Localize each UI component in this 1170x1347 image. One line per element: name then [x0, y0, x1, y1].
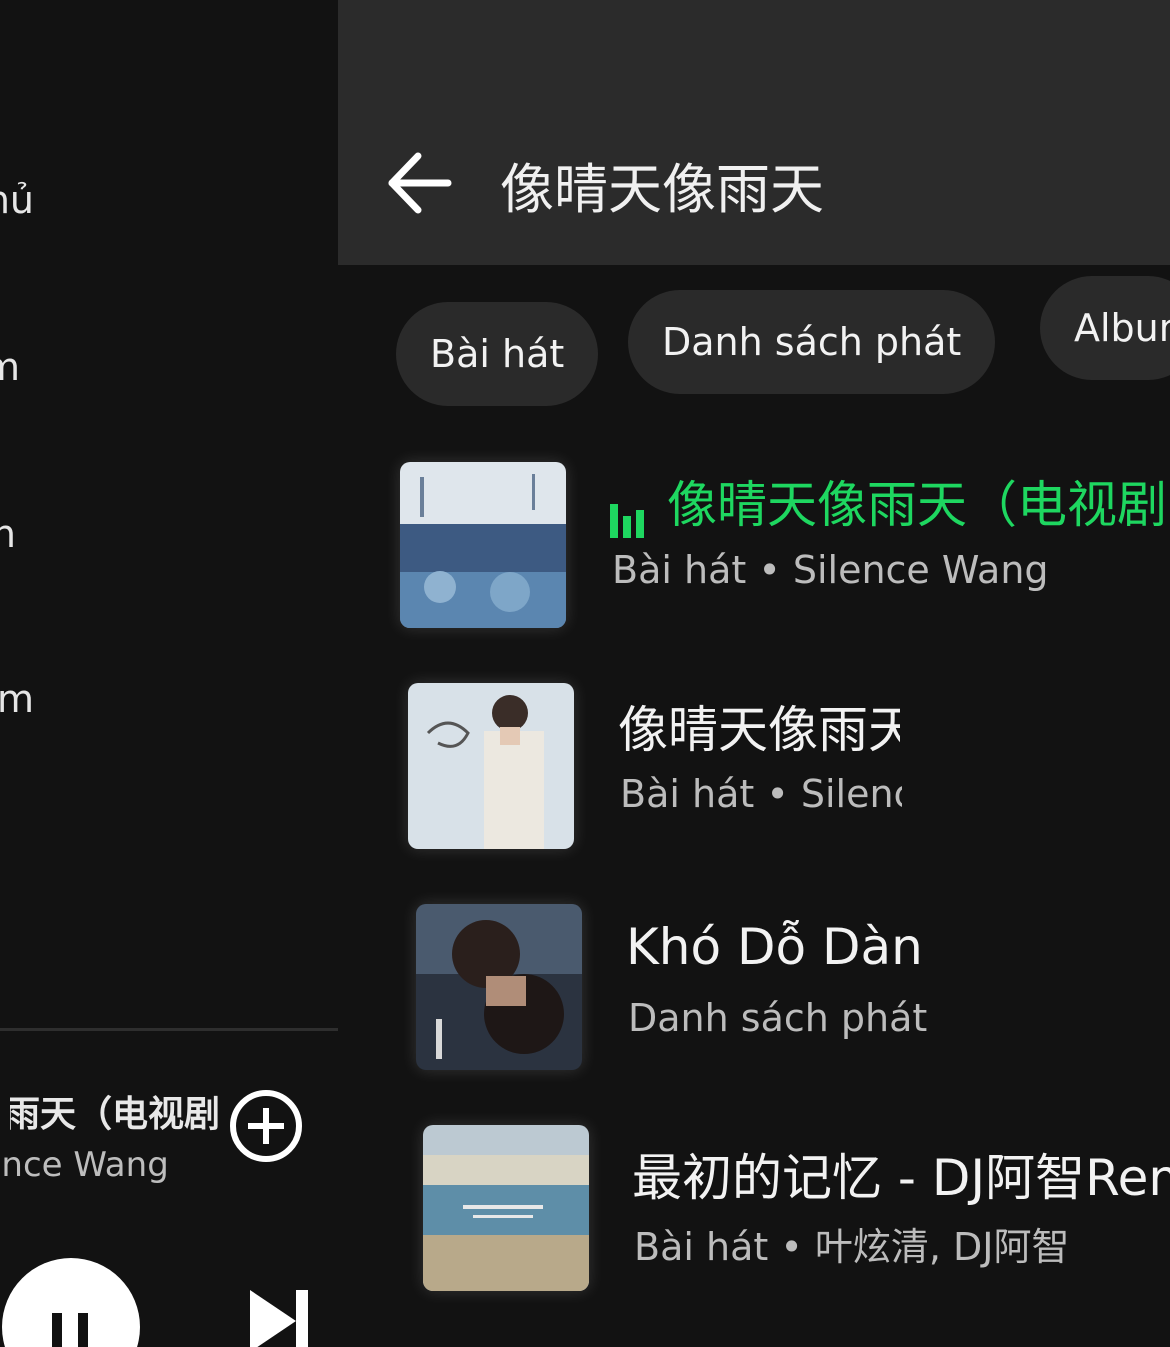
back-arrow-icon[interactable] — [384, 148, 454, 218]
result-title[interactable]: Khó Dỗ Dàn — [626, 918, 1126, 976]
sidebar-item-home[interactable]: Trang chủ — [0, 178, 34, 222]
equalizer-icon — [610, 480, 649, 538]
skip-next-icon[interactable] — [248, 1286, 312, 1347]
filter-chip-albums[interactable]: Album — [1040, 276, 1170, 380]
result-artwork — [423, 1125, 589, 1291]
result-subtitle: Bài hát • Silence Wang — [620, 772, 902, 816]
sidebar-item-label: Thư viện — [0, 512, 16, 556]
sidebar-item-premium[interactable]: Premium — [0, 677, 34, 721]
sidebar-item-library[interactable]: Thư viện — [0, 512, 16, 556]
pause-icon — [52, 1313, 62, 1347]
search-results-panel: 像晴天像雨天 Bài hát Danh sách phát Album 像晴天像… — [338, 0, 1170, 1347]
result-artwork — [400, 462, 566, 628]
result-title[interactable]: 像晴天像雨天（电视剧 — [610, 465, 1170, 538]
result-title[interactable]: 像晴天像雨天 — [618, 690, 900, 762]
result-subtitle: Danh sách phát — [628, 996, 928, 1040]
result-artwork — [416, 904, 582, 1070]
sidebar-item-search[interactable]: Tìm kiếm — [0, 345, 20, 389]
result-subtitle: Bài hát • Silence Wang — [612, 548, 1049, 592]
now-playing-divider — [0, 1028, 355, 1031]
search-header: 像晴天像雨天 — [338, 0, 1170, 265]
left-panel: Trang chủ Tìm kiếm Thư viện Premium 像晴天像… — [0, 0, 355, 1347]
now-playing-artist: Silence Wang — [0, 1145, 169, 1185]
sidebar-item-label: Premium — [0, 677, 34, 721]
filter-chip-songs[interactable]: Bài hát — [396, 302, 599, 406]
filter-chip-playlists[interactable]: Danh sách phát — [628, 290, 996, 394]
sidebar-item-label: Tìm kiếm — [0, 345, 20, 389]
now-playing-title: 像晴天像雨天（电视剧《 — [10, 1094, 220, 1135]
sidebar-item-label: Trang chủ — [0, 178, 34, 222]
search-query-text[interactable]: 像晴天像雨天 — [500, 145, 824, 224]
result-artwork — [408, 683, 574, 849]
result-subtitle: Bài hát • 叶炫清, DJ阿智 — [634, 1225, 1070, 1269]
pause-button[interactable] — [2, 1258, 140, 1347]
add-circle-icon[interactable] — [230, 1090, 302, 1162]
result-title[interactable]: 最初的记忆 - DJ阿智Remix — [632, 1138, 1170, 1210]
